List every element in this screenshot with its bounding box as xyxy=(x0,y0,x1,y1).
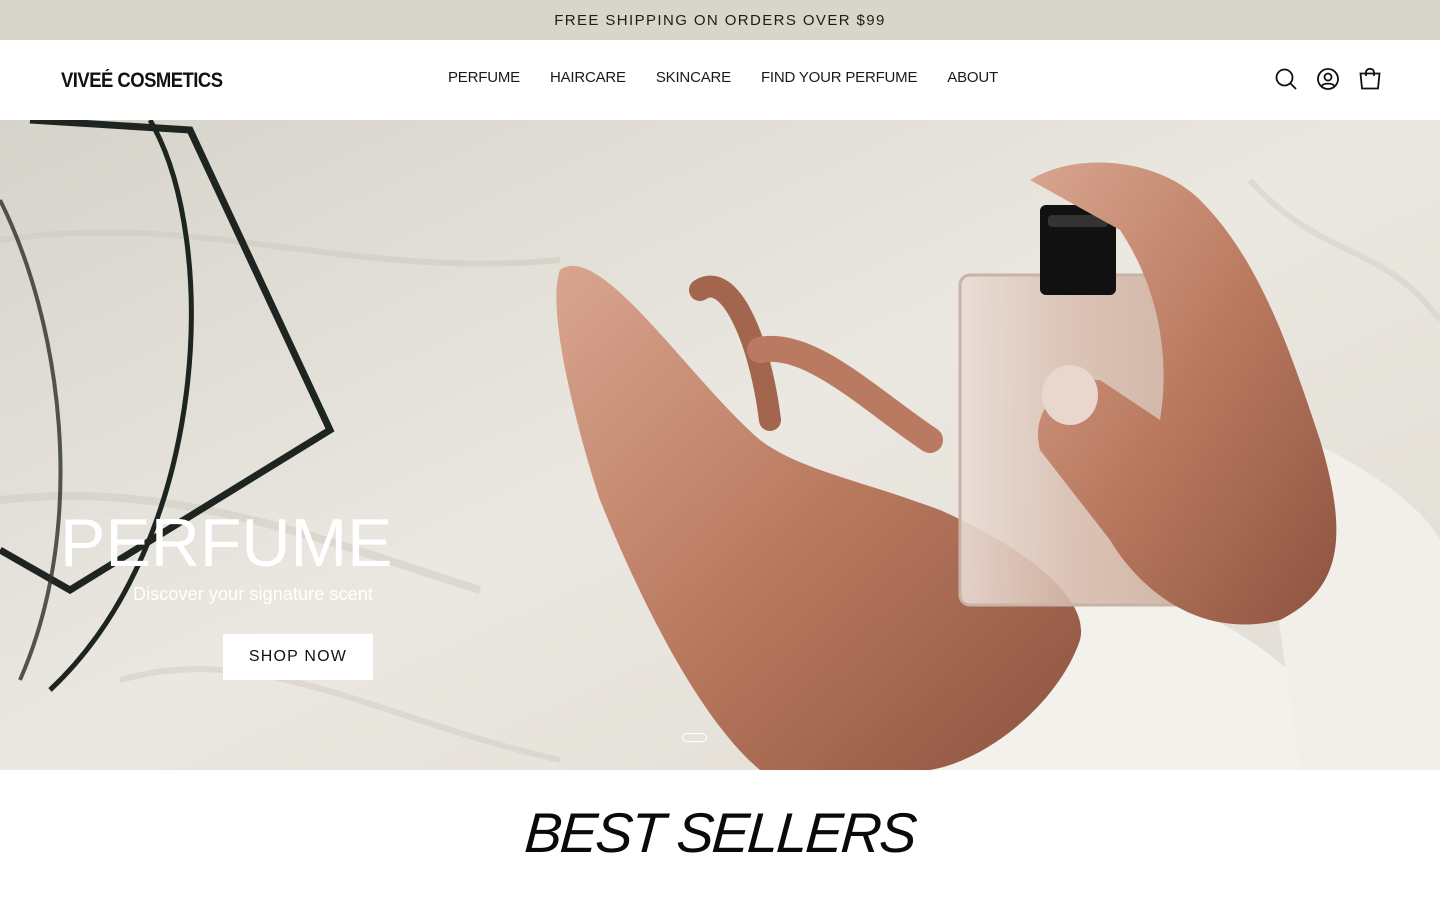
nav-item-haircare[interactable]: HAIRCARE xyxy=(550,69,626,86)
account-icon[interactable] xyxy=(1316,67,1340,91)
hero-text-block: PERFUME Discover your signature scent xyxy=(60,505,393,605)
nav-item-find-your-perfume[interactable]: FIND YOUR PERFUME xyxy=(761,69,918,86)
slide-dot-2[interactable] xyxy=(717,733,725,741)
main-nav: PERFUME HAIRCARE SKINCARE FIND YOUR PERF… xyxy=(448,69,998,86)
hero-title: PERFUME xyxy=(60,505,393,581)
slideshow-dots xyxy=(682,733,725,742)
nav-item-about[interactable]: ABOUT xyxy=(947,69,998,86)
nav-item-skincare[interactable]: SKINCARE xyxy=(656,69,731,86)
nav-item-perfume[interactable]: PERFUME xyxy=(448,69,520,86)
header-icons xyxy=(1274,67,1382,91)
search-icon[interactable] xyxy=(1274,67,1298,91)
shop-now-button[interactable]: SHOP NOW xyxy=(223,634,373,680)
announcement-text: FREE SHIPPING ON ORDERS OVER $99 xyxy=(554,11,886,29)
cart-icon[interactable] xyxy=(1358,67,1382,91)
best-sellers-heading: BEST SELLERS xyxy=(522,801,918,864)
hero-image xyxy=(0,120,1440,770)
hero-banner: PERFUME Discover your signature scent SH… xyxy=(0,120,1440,770)
brand-logo[interactable]: VIVEÉ COSMETICS xyxy=(61,69,223,93)
slide-dot-1-active[interactable] xyxy=(682,733,707,742)
hero-subtitle: Discover your signature scent xyxy=(132,584,373,604)
site-header: VIVEÉ COSMETICS PERFUME HAIRCARE SKINCAR… xyxy=(0,40,1440,120)
best-sellers-section: BEST SELLERS xyxy=(0,800,1440,866)
announcement-bar: FREE SHIPPING ON ORDERS OVER $99 xyxy=(0,0,1440,40)
